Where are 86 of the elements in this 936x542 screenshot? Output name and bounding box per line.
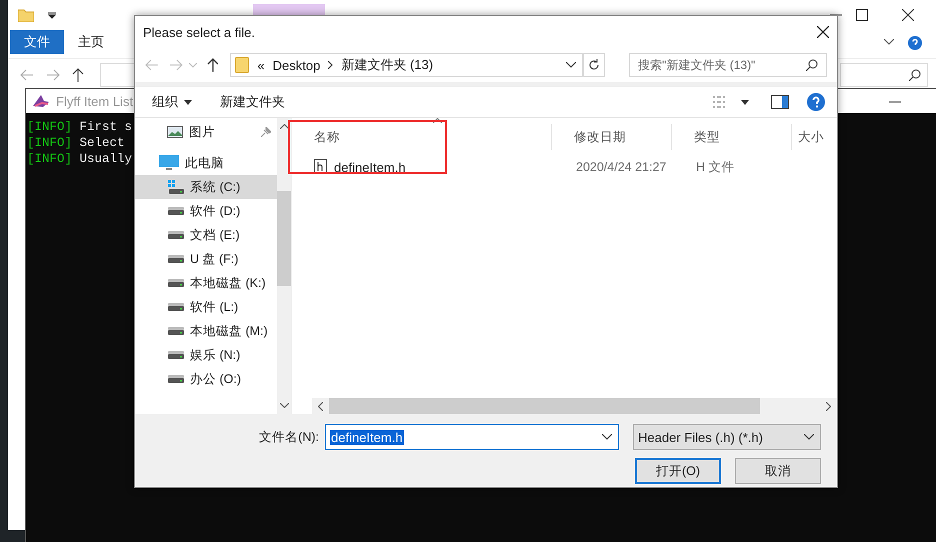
log-message: Select (80, 136, 125, 150)
scroll-down-icon[interactable] (280, 403, 288, 408)
ribbon-tab[interactable]: 文件 (10, 30, 64, 54)
dropdown-icon (804, 434, 814, 440)
sort-caret-icon (432, 118, 442, 123)
nav-item[interactable]: 办公 (O:) (135, 367, 277, 391)
help-icon[interactable] (807, 93, 825, 111)
log-level: [INFO] (27, 152, 72, 166)
nav-item[interactable]: 本地磁盘 (M:) (135, 319, 277, 343)
close-icon[interactable] (817, 26, 829, 38)
maximize-icon[interactable] (856, 9, 868, 21)
scroll-left-icon[interactable] (318, 402, 323, 410)
folder-icon (235, 57, 250, 73)
search-placeholder: 搜索"新建文件夹 (13)" (638, 56, 756, 74)
file-name-label: 文件名(N): (259, 428, 319, 446)
nav-item[interactable]: U 盘 (F:) (135, 247, 277, 271)
scrollbar[interactable] (277, 118, 291, 414)
nav-item[interactable]: 图片 (135, 120, 277, 144)
nav-item[interactable]: 娱乐 (N:) (135, 343, 277, 367)
window-title: Flyff Item List (56, 94, 134, 108)
picture-icon (167, 126, 183, 138)
nav-item[interactable]: 本地磁盘 (K:) (135, 271, 277, 295)
drive-icon (168, 303, 184, 311)
dropdown-icon (602, 434, 612, 440)
address-bar[interactable]: « Desktop 新建文件夹 (13) (230, 53, 584, 77)
drive-icon (168, 351, 184, 359)
search-icon (806, 59, 818, 71)
log-message: First s (80, 120, 132, 134)
app-icon (32, 94, 50, 108)
scrollbar-thumb[interactable] (329, 398, 760, 414)
file-name-field[interactable]: defineItem.h (325, 424, 619, 450)
drive-icon (168, 207, 184, 215)
cancel-button[interactable]: 取消 (735, 458, 821, 484)
breadcrumb-item[interactable]: 新建文件夹 (13) (341, 56, 434, 74)
overflow-chevron[interactable]: « (257, 58, 265, 72)
file-row[interactable]: defineItem.h 2020/4/24 21:27 H 文件 (292, 154, 837, 180)
system-drive-icon (168, 180, 184, 194)
column-header[interactable]: 修改日期 (552, 124, 672, 150)
refresh-icon (588, 59, 600, 71)
dropdown-icon[interactable] (48, 11, 56, 19)
drive-icon (168, 327, 184, 335)
scroll-right-icon[interactable] (826, 402, 831, 410)
log-message: Usually (80, 152, 132, 166)
ribbon-tab[interactable]: 主页 (64, 30, 118, 54)
chevron-icon[interactable] (884, 39, 894, 45)
log-level: [INFO] (27, 120, 72, 134)
nav-item[interactable]: 此电脑 (135, 151, 277, 175)
monitor-icon (159, 155, 179, 171)
help-icon[interactable] (908, 36, 922, 50)
nav-item[interactable]: 软件 (L:) (135, 295, 277, 319)
drive-icon (168, 375, 184, 383)
scrollbar[interactable] (312, 398, 837, 414)
column-header[interactable]: 大小 (792, 124, 832, 150)
nav-item[interactable]: 软件 (D:) (135, 199, 277, 223)
search-field[interactable] (840, 63, 928, 87)
nav-item[interactable]: 文档 (E:) (135, 223, 277, 247)
column-header[interactable]: 名称 (292, 124, 552, 150)
column-header[interactable]: 类型 (672, 124, 792, 150)
organize-menu[interactable]: 组织 (152, 93, 192, 111)
dropdown-icon[interactable] (566, 62, 576, 68)
drive-icon (168, 231, 184, 239)
caret-icon[interactable] (741, 100, 749, 104)
open-button[interactable]: 打开(O) (635, 458, 721, 484)
separator-icon[interactable] (328, 61, 334, 69)
caret-icon (184, 100, 192, 104)
preview-pane-icon[interactable] (771, 95, 789, 109)
nav-item[interactable]: 系统 (C:) (135, 175, 277, 199)
log-level: [INFO] (27, 136, 72, 150)
file-icon (314, 159, 328, 175)
up-arrow-icon[interactable] (206, 58, 218, 72)
search-icon (909, 69, 921, 81)
up-arrow-icon[interactable] (72, 68, 84, 82)
refresh-button[interactable] (583, 53, 606, 77)
file-name: defineItem.h (334, 160, 406, 174)
file-type: H 文件 (695, 158, 736, 176)
drive-icon (168, 279, 184, 287)
close-icon[interactable] (902, 9, 914, 21)
dialog-title: Please select a file. (143, 24, 256, 40)
drive-icon (168, 255, 184, 263)
modified-date: 2020/4/24 21:27 (575, 160, 668, 174)
search-field[interactable]: 搜索"新建文件夹 (13)" (629, 53, 827, 77)
breadcrumb-item[interactable]: Desktop (272, 58, 320, 72)
scroll-up-icon[interactable] (280, 124, 288, 129)
file-type-dropdown[interactable]: Header Files (.h) (*.h) (633, 424, 821, 450)
new-folder-button[interactable]: 新建文件夹 (220, 93, 285, 111)
scrollbar-thumb[interactable] (277, 191, 291, 286)
